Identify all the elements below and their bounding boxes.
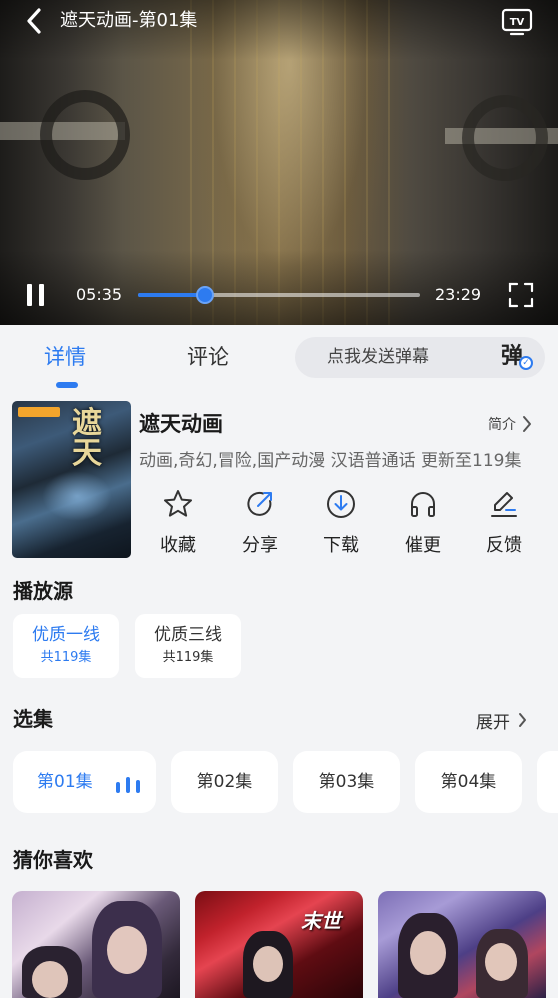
episode-item[interactable]: 第01集	[13, 751, 156, 813]
recommend-title: 猜你喜欢	[13, 848, 93, 872]
recommend-card[interactable]: 末世	[195, 891, 363, 998]
episodes-title: 选集	[13, 707, 53, 731]
share-icon	[247, 491, 272, 516]
episode-label: 第02集	[196, 772, 253, 792]
danmaku-toggle-button[interactable]: 弹 ✓	[501, 342, 535, 372]
progress-fill	[138, 293, 206, 297]
danmaku-input[interactable]: 点我发送弹幕 弹 ✓	[295, 337, 545, 378]
back-arrow-icon	[27, 8, 41, 34]
edit-icon	[491, 492, 517, 517]
source-count: 共119集	[40, 650, 92, 665]
video-title: 遮天动画-第01集	[60, 10, 198, 31]
feedback-label: 反馈	[486, 535, 522, 556]
episode-item[interactable]: 第04集	[415, 751, 522, 813]
progress-bar[interactable]	[138, 286, 420, 304]
episode-item[interactable]: 第02集	[171, 751, 278, 813]
tab-details[interactable]: 详情	[44, 342, 86, 372]
total-time: 23:29	[435, 285, 482, 304]
episode-item-partial[interactable]	[537, 751, 558, 813]
recommend-logo: 末世	[301, 909, 341, 933]
favorite-button[interactable]: 收藏	[143, 488, 213, 558]
poster-title: 遮天	[72, 406, 102, 471]
danmaku-placeholder: 点我发送弹幕	[327, 347, 429, 367]
download-button[interactable]: 下载	[306, 488, 376, 558]
show-title: 遮天动画	[139, 412, 223, 436]
fullscreen-button[interactable]	[508, 282, 534, 308]
episode-label: 第03集	[318, 772, 375, 792]
recommend-card[interactable]	[12, 891, 180, 998]
tab-comments[interactable]: 评论	[187, 342, 229, 372]
chevron-right-icon	[523, 416, 531, 432]
fullscreen-icon	[508, 282, 534, 308]
tab-indicator	[56, 382, 78, 388]
sources-title: 播放源	[13, 579, 73, 603]
check-icon: ✓	[519, 356, 533, 370]
source-card[interactable]: 优质三线 共119集	[135, 614, 241, 678]
video-player[interactable]: 遮天动画-第01集 TV 05:35 23:29	[0, 0, 558, 325]
episode-label: 第04集	[440, 772, 497, 792]
star-icon	[164, 490, 192, 517]
tv-cast-button[interactable]: TV	[500, 6, 534, 36]
urge-update-button[interactable]: 催更	[388, 488, 458, 558]
video-detail-page: 遮天动画-第01集 TV 05:35 23:29 详情 评论 点我发送弹幕 弹 …	[0, 0, 558, 998]
download-icon	[327, 490, 355, 518]
source-name: 优质三线	[154, 625, 222, 645]
source-count: 共119集	[162, 650, 214, 665]
episode-label: 第01集	[37, 772, 93, 792]
recommend-card[interactable]	[378, 891, 546, 998]
intro-link[interactable]: 简介	[488, 413, 532, 435]
share-button[interactable]: 分享	[225, 488, 295, 558]
back-button[interactable]	[20, 6, 48, 36]
download-label: 下载	[323, 535, 359, 556]
favorite-label: 收藏	[160, 535, 196, 556]
intro-label: 简介	[488, 417, 516, 433]
expand-episodes-link[interactable]: 展开	[476, 706, 527, 734]
pause-icon	[27, 284, 32, 306]
headphones-icon	[411, 492, 435, 517]
expand-label: 展开	[476, 712, 510, 733]
source-name: 优质一线	[32, 625, 100, 645]
svg-text:TV: TV	[510, 17, 525, 28]
pause-button[interactable]	[24, 282, 50, 308]
tv-cast-icon: TV	[501, 8, 533, 36]
episode-item[interactable]: 第03集	[293, 751, 400, 813]
chevron-right-icon	[519, 713, 526, 727]
now-playing-icon	[116, 777, 144, 793]
current-time: 05:35	[76, 285, 123, 304]
share-label: 分享	[242, 535, 278, 556]
show-meta: 动画,奇幻,冒险,国产动漫 汉语普通话 更新至119集	[139, 451, 522, 471]
urge-update-label: 催更	[405, 535, 441, 556]
show-poster[interactable]: 遮天	[12, 401, 131, 558]
source-card[interactable]: 优质一线 共119集	[13, 614, 119, 678]
feedback-button[interactable]: 反馈	[469, 488, 539, 558]
progress-thumb[interactable]	[196, 286, 215, 304]
